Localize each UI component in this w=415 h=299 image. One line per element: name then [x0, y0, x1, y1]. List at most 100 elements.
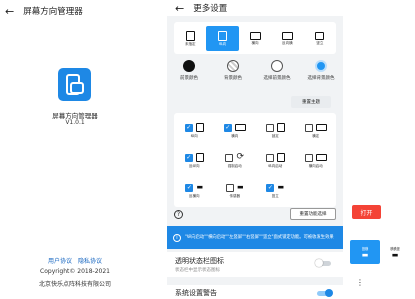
function-label: 传感器 — [229, 193, 241, 198]
back-arrow-icon[interactable]: ← — [5, 6, 14, 17]
checkbox-unchecked[interactable] — [304, 153, 313, 162]
mode-tab-label: 反向横 — [282, 40, 293, 45]
function-force-start[interactable]: ⟳ 强制启动 — [215, 146, 256, 176]
more-options-icon[interactable]: ⋮ — [356, 278, 364, 287]
checkbox-checked[interactable]: ✓ — [185, 183, 194, 192]
mode-tab-reverse-landscape[interactable]: 反向横 — [271, 26, 303, 51]
function-label: 强制启动 — [227, 164, 242, 168]
portrait-phone-icon — [195, 153, 204, 162]
function-empty — [296, 176, 337, 206]
mini-tab-label: 竖横 — [361, 246, 369, 251]
toggle-switch-on[interactable] — [317, 289, 333, 297]
mode-tab-upright[interactable]: 竖立 — [304, 26, 336, 51]
function-portrait[interactable]: ✓ 纵向 — [174, 116, 215, 146]
about-top-bar: ← 屏幕方向管理器 — [0, 0, 166, 22]
function-sensor[interactable]: ▬ 传感器 — [215, 176, 256, 206]
toggle-switch-off[interactable] — [315, 259, 331, 267]
mini-tab-label: 横横竖 — [390, 246, 400, 251]
checkbox-unchecked[interactable] — [265, 123, 274, 132]
function-label: 锁定 — [271, 134, 279, 138]
checkbox-unchecked[interactable] — [304, 123, 313, 132]
orientation-mode-tabs: 未指定 纵向 横向 反向横 竖立 — [174, 26, 336, 51]
android-robot-icon — [315, 31, 325, 40]
help-icon[interactable]: ? — [174, 209, 183, 219]
portrait-phone-icon — [195, 123, 204, 132]
settings-title: 更多设置 — [193, 4, 228, 14]
lock-phone-icon — [276, 123, 285, 132]
portrait-phone-icon — [276, 153, 285, 162]
reset-theme-button[interactable]: 重置主题 — [291, 96, 331, 108]
function-label: 横定 — [312, 133, 320, 138]
foreground-color-picker[interactable]: 前景颜色 — [167, 60, 211, 81]
rotate-icon: ⟳ — [236, 152, 245, 162]
about-title: 屏幕方向管理器 — [23, 7, 83, 17]
setting-subtitle: 状态栏中显示状态图标 — [175, 268, 220, 273]
function-label: 竖立 — [271, 193, 279, 198]
open-button[interactable]: 打开 — [352, 205, 381, 219]
checkbox-checked[interactable]: ✓ — [184, 153, 193, 162]
copyright: Copyright© 2018-2021 — [40, 268, 110, 275]
mode-tab-label: 横向 — [251, 40, 259, 45]
function-reverse-portrait[interactable]: ✓ 反纵向 — [174, 146, 215, 176]
company-name: 北京快乐点阵科技有限公司 — [38, 281, 111, 288]
mini-tab[interactable]: 横横竖 ▬ — [380, 240, 410, 264]
mode-tab-portrait[interactable]: 纵向 — [206, 26, 239, 51]
screenshot-collage: ← 屏幕方向管理器 屏幕方向管理器 V1.0.1 用户协议 隐私协议 Copyr… — [0, 0, 415, 299]
mode-tab-landscape[interactable]: 横向 — [239, 26, 271, 51]
android-robot-icon — [281, 31, 293, 40]
background-color-picker[interactable]: 背景颜色 — [211, 60, 255, 81]
help-row: ? 重置功能选择 — [174, 207, 336, 221]
color-label: 选择背景颜色 — [307, 76, 335, 81]
function-reverse-landscape[interactable]: ✓ ▬ 反横向 — [174, 176, 215, 206]
checkbox-unchecked[interactable] — [225, 183, 234, 192]
android-robot-icon: ▬ — [361, 250, 369, 259]
portrait-phone-icon — [218, 30, 228, 41]
mode-tab-unspecified[interactable]: 未指定 — [174, 26, 206, 51]
function-row: ✓ ▬ 反横向 ▬ 传感器 ✓ ▬ 竖立 — [174, 176, 336, 206]
privacy-policy-link[interactable]: 隐私协议 — [78, 258, 102, 265]
mini-tab-selected[interactable]: 竖横 ▬ — [350, 240, 380, 264]
mode-tab-label: 纵向 — [219, 41, 227, 46]
checkbox-unchecked[interactable] — [265, 153, 274, 162]
landscape-phone-icon — [249, 31, 261, 40]
info-banner: i "纵向启动""横向启动""左竖屏""右竖屏""竖立"面式锁定功能。可被收发生… — [167, 226, 343, 249]
function-label: 横向启动 — [308, 163, 323, 168]
color-swatch — [315, 60, 327, 72]
checkbox-checked[interactable]: ✓ — [266, 183, 275, 192]
function-landscape-start[interactable]: 横向启动 — [296, 146, 337, 176]
reset-functions-button[interactable]: 重置功能选择 — [290, 208, 336, 220]
setting-system-warning[interactable]: 系统设置警告 — [167, 285, 343, 299]
function-portrait-start[interactable]: 纵向启动 — [255, 146, 296, 176]
android-robot-icon: ▬ — [236, 183, 244, 191]
function-landscape[interactable]: ✓ 横向 — [215, 116, 256, 146]
checkbox-checked[interactable]: ✓ — [223, 123, 232, 132]
portrait-phone-icon — [185, 30, 195, 41]
function-grid: ✓ 纵向 ✓ 横向 锁定 横定 ✓ 反纵向 ⟳ 强制启动 纵向启动 横向启动 ✓… — [174, 116, 336, 206]
selected-foreground-color-picker[interactable]: 选择前景颜色 — [255, 60, 299, 81]
landscape-phone-icon — [315, 154, 327, 161]
app-logo-icon — [58, 68, 91, 101]
selected-background-color-picker[interactable]: 选择背景颜色 — [299, 60, 343, 81]
function-row: ✓ 反纵向 ⟳ 强制启动 纵向启动 横向启动 — [174, 146, 336, 176]
function-label: 横向 — [231, 133, 239, 138]
app-version: V1.0.1 — [65, 119, 85, 126]
info-icon: i — [173, 233, 181, 242]
function-upright[interactable]: ✓ ▬ 竖立 — [255, 176, 296, 206]
setting-title: 系统设置警告 — [175, 289, 217, 297]
color-label: 选择前景颜色 — [263, 76, 291, 81]
android-robot-icon: ▬ — [391, 250, 399, 259]
android-robot-icon: ▬ — [196, 183, 204, 191]
legal-links: 用户协议 隐私协议 — [0, 256, 150, 265]
partial-screen: 打开 竖横 ▬ 横横竖 ▬ ⋮ — [344, 0, 415, 299]
checkbox-checked[interactable]: ✓ — [184, 123, 193, 132]
function-landscape-lock[interactable]: 横定 — [296, 116, 337, 146]
landscape-phone-icon — [234, 124, 246, 131]
user-agreement-link[interactable]: 用户协议 — [48, 258, 72, 265]
checkbox-unchecked[interactable] — [225, 153, 234, 162]
back-arrow-icon[interactable]: ← — [175, 3, 184, 14]
setting-transparent-status-icon[interactable]: 透明状态栏图标 状态栏中显示状态图标 — [167, 252, 343, 277]
info-text: "纵向启动""横向启动""左竖屏""右竖屏""竖立"面式锁定功能。可被收发生效果 — [185, 234, 334, 240]
mode-tab-label: 未指定 — [184, 41, 196, 46]
function-label: 纵向启动 — [268, 164, 283, 168]
function-lock[interactable]: 锁定 — [255, 116, 296, 146]
